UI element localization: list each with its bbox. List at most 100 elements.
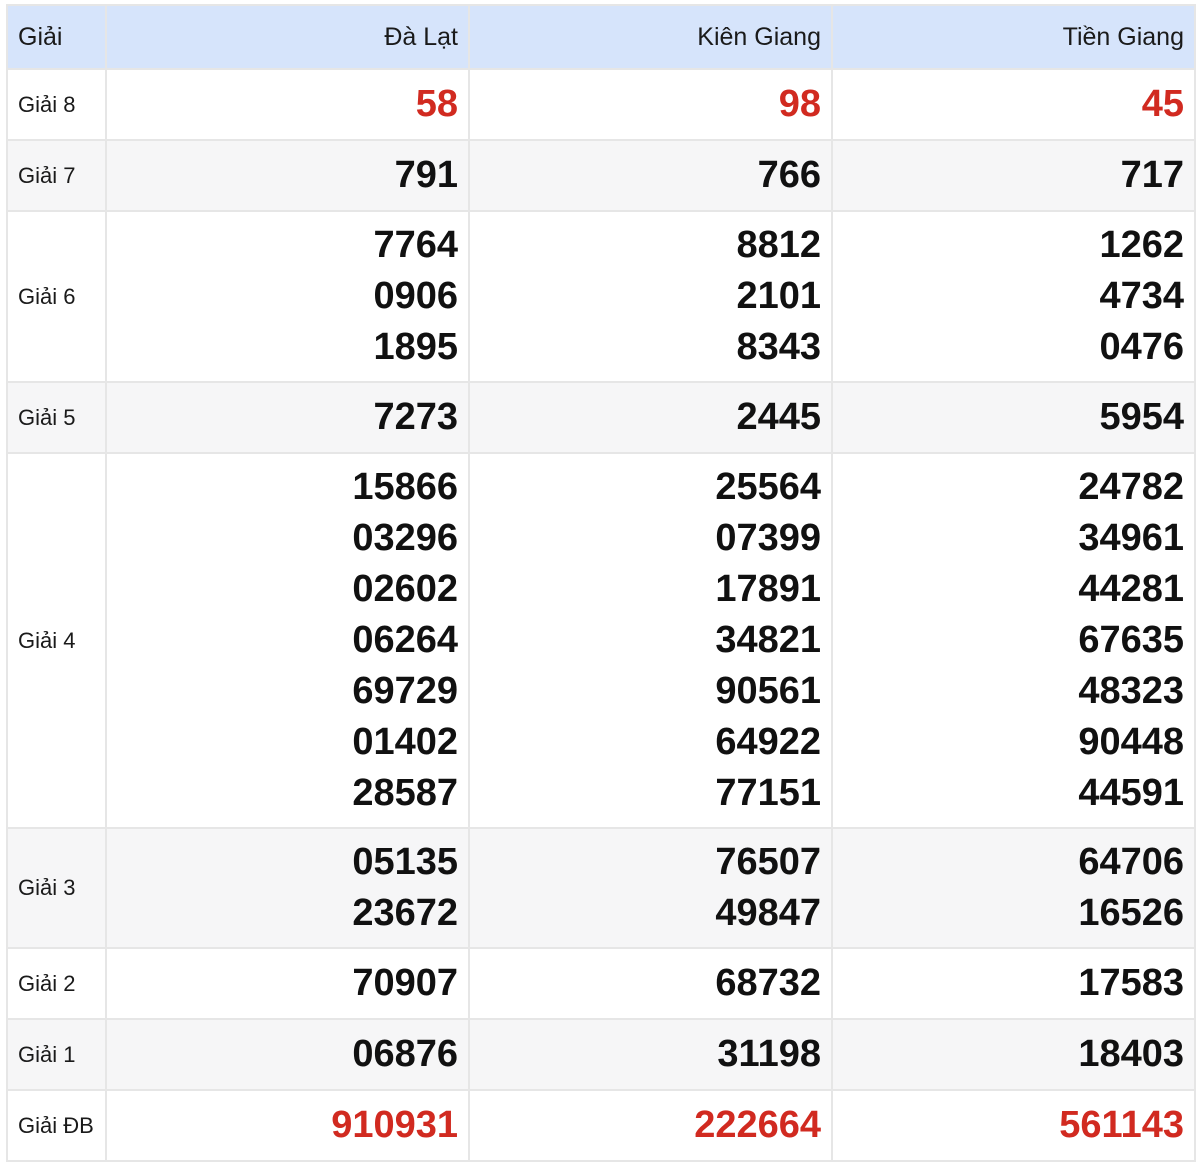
result-cell-kien-giang: 766 xyxy=(468,139,833,212)
result-number: 25564 xyxy=(715,466,821,508)
province-header-tien-giang: Tiền Giang xyxy=(831,4,1196,70)
result-number: 2101 xyxy=(736,275,821,317)
result-number: 791 xyxy=(394,154,458,196)
result-cell-tien-giang: 45 xyxy=(831,68,1196,141)
result-number: 58 xyxy=(415,83,458,125)
result-number: 8343 xyxy=(736,326,821,368)
result-number: 23672 xyxy=(352,892,458,934)
prize-row: Giải 3 05135 23672 76507 49847 64706 16526 xyxy=(6,827,1196,949)
result-number: 18403 xyxy=(1078,1033,1184,1075)
result-number: 76507 xyxy=(715,841,821,883)
prize-row: Giải 8 58 98 45 xyxy=(6,68,1196,141)
result-number: 1262 xyxy=(1099,224,1184,266)
result-number: 06876 xyxy=(352,1033,458,1075)
result-number: 34961 xyxy=(1078,517,1184,559)
prize-label: Giải 2 xyxy=(6,947,107,1020)
result-cell-da-lat: 05135 23672 xyxy=(105,827,470,949)
result-number: 15866 xyxy=(352,466,458,508)
result-number: 03296 xyxy=(352,517,458,559)
result-number: 64706 xyxy=(1078,841,1184,883)
result-cell-tien-giang: 17583 xyxy=(831,947,1196,1020)
result-cell-kien-giang: 68732 xyxy=(468,947,833,1020)
result-number: 48323 xyxy=(1078,670,1184,712)
result-number: 68732 xyxy=(715,962,821,1004)
province-header-da-lat: Đà Lạt xyxy=(105,4,470,70)
prize-label: Giải ĐB xyxy=(6,1089,107,1162)
result-cell-tien-giang: 64706 16526 xyxy=(831,827,1196,949)
result-number: 910931 xyxy=(331,1104,458,1146)
result-cell-tien-giang: 717 xyxy=(831,139,1196,212)
results-table-container: Giải Đà Lạt Kiên Giang Tiền Giang Giải 8… xyxy=(6,4,1196,1162)
prize-label: Giải 6 xyxy=(6,210,107,383)
prize-column-header: Giải xyxy=(6,4,107,70)
result-cell-da-lat: 70907 xyxy=(105,947,470,1020)
lottery-results-table: Giải Đà Lạt Kiên Giang Tiền Giang Giải 8… xyxy=(6,4,1196,1162)
result-number: 16526 xyxy=(1078,892,1184,934)
result-cell-kien-giang: 222664 xyxy=(468,1089,833,1162)
result-cell-da-lat: 910931 xyxy=(105,1089,470,1162)
result-number: 98 xyxy=(778,83,821,125)
result-cell-da-lat: 7764 0906 1895 xyxy=(105,210,470,383)
result-number: 64922 xyxy=(715,721,821,763)
prize-label: Giải 7 xyxy=(6,139,107,212)
prize-row: Giải 5 7273 2445 5954 xyxy=(6,381,1196,454)
result-number: 69729 xyxy=(352,670,458,712)
result-number: 01402 xyxy=(352,721,458,763)
result-cell-da-lat: 791 xyxy=(105,139,470,212)
result-cell-kien-giang: 31198 xyxy=(468,1018,833,1091)
result-cell-tien-giang: 1262 4734 0476 xyxy=(831,210,1196,383)
result-number: 7273 xyxy=(373,396,458,438)
result-number: 44591 xyxy=(1078,772,1184,814)
result-cell-kien-giang: 76507 49847 xyxy=(468,827,833,949)
result-cell-da-lat: 58 xyxy=(105,68,470,141)
province-header-kien-giang: Kiên Giang xyxy=(468,4,833,70)
result-number: 44281 xyxy=(1078,568,1184,610)
result-number: 766 xyxy=(757,154,821,196)
prize-label: Giải 1 xyxy=(6,1018,107,1091)
result-number: 34821 xyxy=(715,619,821,661)
result-number: 90561 xyxy=(715,670,821,712)
result-number: 45 xyxy=(1141,83,1184,125)
prize-row: Giải 4 15866 03296 02602 06264 69729 01402 2858… xyxy=(6,452,1196,829)
result-number: 222664 xyxy=(694,1104,821,1146)
result-cell-da-lat: 06876 xyxy=(105,1018,470,1091)
results-body: Giải 8 58 98 45 Giải 7 791 766 717 Giải 6 7764 090… xyxy=(6,68,1196,1162)
result-number: 70907 xyxy=(352,962,458,1004)
result-number: 0476 xyxy=(1099,326,1184,368)
result-cell-kien-giang: 2445 xyxy=(468,381,833,454)
result-number: 2445 xyxy=(736,396,821,438)
result-cell-tien-giang: 18403 xyxy=(831,1018,1196,1091)
result-cell-tien-giang: 5954 xyxy=(831,381,1196,454)
prize-label: Giải 8 xyxy=(6,68,107,141)
result-number: 90448 xyxy=(1078,721,1184,763)
result-number: 1895 xyxy=(373,326,458,368)
result-number: 4734 xyxy=(1099,275,1184,317)
prize-row: Giải 1 06876 31198 18403 xyxy=(6,1018,1196,1091)
table-header-row: Giải Đà Lạt Kiên Giang Tiền Giang xyxy=(6,4,1196,70)
result-number: 07399 xyxy=(715,517,821,559)
result-number: 5954 xyxy=(1099,396,1184,438)
result-number: 02602 xyxy=(352,568,458,610)
result-number: 717 xyxy=(1120,154,1184,196)
result-number: 67635 xyxy=(1078,619,1184,661)
result-number: 17891 xyxy=(715,568,821,610)
prize-row: Giải ĐB 910931 222664 561143 xyxy=(6,1089,1196,1162)
result-number: 8812 xyxy=(736,224,821,266)
result-number: 28587 xyxy=(352,772,458,814)
result-number: 05135 xyxy=(352,841,458,883)
result-cell-kien-giang: 25564 07399 17891 34821 90561 64922 77151 xyxy=(468,452,833,829)
result-number: 0906 xyxy=(373,275,458,317)
result-number: 17583 xyxy=(1078,962,1184,1004)
result-cell-da-lat: 7273 xyxy=(105,381,470,454)
result-cell-kien-giang: 8812 2101 8343 xyxy=(468,210,833,383)
result-cell-tien-giang: 24782 34961 44281 67635 48323 90448 44591 xyxy=(831,452,1196,829)
result-number: 24782 xyxy=(1078,466,1184,508)
result-cell-da-lat: 15866 03296 02602 06264 69729 01402 28587 xyxy=(105,452,470,829)
prize-label: Giải 5 xyxy=(6,381,107,454)
result-number: 49847 xyxy=(715,892,821,934)
result-number: 561143 xyxy=(1059,1104,1184,1146)
result-number: 77151 xyxy=(715,772,821,814)
prize-label: Giải 3 xyxy=(6,827,107,949)
prize-row: Giải 7 791 766 717 xyxy=(6,139,1196,212)
result-number: 7764 xyxy=(373,224,458,266)
